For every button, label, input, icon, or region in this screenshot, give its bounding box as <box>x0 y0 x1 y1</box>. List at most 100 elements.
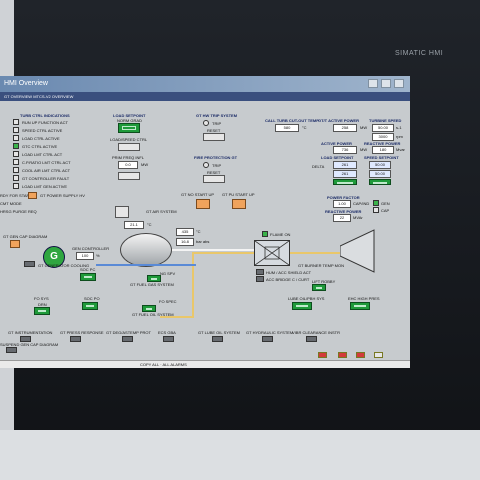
acc-label: ACC BRIDGE C / CURT <box>266 277 310 282</box>
indicator-lamp <box>13 159 19 165</box>
window-titlebar: HMI Overview <box>0 76 410 92</box>
air-system-block[interactable] <box>115 206 129 218</box>
indicator-label: GTC CTRL ACTIVE <box>22 144 58 149</box>
gen-label: GEN <box>381 201 390 206</box>
reactive-power-unit: Mvar <box>396 147 405 152</box>
ng-spv-button[interactable] <box>147 275 161 282</box>
power-factor-mode: CAP/IND <box>353 201 370 206</box>
indicator-lamp <box>13 167 19 173</box>
burner-chamber[interactable] <box>254 240 290 266</box>
gas-pipe <box>96 264 196 266</box>
soc-po-button[interactable] <box>82 302 98 310</box>
flame-on-label: FLAME ON <box>270 232 291 237</box>
turbine-speed-label: TURBINE SPEED <box>369 118 402 123</box>
gen-cap-diagram-label: GT GEN CAP DIAGRAM <box>3 234 48 239</box>
alarm-button-3[interactable] <box>356 352 365 358</box>
rpm-value: 3000 <box>372 133 394 141</box>
lift-button[interactable] <box>312 284 326 291</box>
soc-pc-button[interactable] <box>80 273 96 281</box>
value-b: 16.8 <box>176 238 194 246</box>
gen-cap-button[interactable] <box>10 240 20 248</box>
hum-indicator <box>256 269 264 275</box>
prim-freq-button[interactable] <box>118 172 140 180</box>
alarm-button-2[interactable] <box>338 352 347 358</box>
fire-protection-title: FIRE PROTECTION GT <box>194 155 238 160</box>
bottom-button-2[interactable] <box>122 336 133 342</box>
alarm-button-4[interactable] <box>374 352 383 358</box>
gt-power-unit: MW <box>360 125 368 130</box>
gt-power-value: 258 <box>333 124 357 132</box>
indicator-lamp <box>13 135 19 141</box>
delta-label: DELTA <box>312 164 325 169</box>
lube-oil-button[interactable] <box>292 302 312 310</box>
turbine-speed-unit: s-1 <box>396 125 402 130</box>
lube-oil-label: LUBE OIL/PBH SYS <box>288 296 325 301</box>
bottom-label-6: VIBR CLEARANCE INSTR <box>292 330 341 335</box>
acc-indicator <box>256 276 264 282</box>
indicator-label: GT CONTROLLER FAULT <box>22 176 70 181</box>
load-setpoint-bar[interactable] <box>333 179 357 185</box>
speed-setpoint-value-1[interactable]: 50.00 <box>369 161 391 169</box>
gen-percent-value: 100 <box>76 252 94 260</box>
burner-temp-label: GT BURNER TEMP MON <box>298 263 345 268</box>
prim-freq-value: 0.0 <box>118 161 138 169</box>
load-setpoint-right-label: LOAD SETPOINT <box>321 155 354 160</box>
indicator-label: LOAD LMT CTRL ACT <box>22 152 63 157</box>
bottom-button-5[interactable] <box>262 336 273 342</box>
ready-for-start-label: RDY FOR START <box>0 193 32 198</box>
maximize-button[interactable] <box>381 79 391 88</box>
bottom-label-1: GT PRESS RESPONSE <box>60 330 104 335</box>
load-setpoint-value-1[interactable]: 261 <box>333 161 357 169</box>
start-up-2-button[interactable] <box>232 199 246 209</box>
minimize-button[interactable] <box>368 79 378 88</box>
alarm-button-1[interactable] <box>318 352 327 358</box>
indicator-lamp <box>13 183 19 189</box>
bottom-button-1[interactable] <box>70 336 81 342</box>
load-setpoint-button[interactable] <box>118 123 140 133</box>
speed-setpoint-bar[interactable] <box>369 179 391 185</box>
power-supply-button[interactable] <box>28 192 37 199</box>
start-up-1-label: GT NO START UP <box>181 192 215 197</box>
cap-lamp <box>373 207 379 213</box>
bottom-label-4: GT LUBE OIL SYSTEM <box>198 330 241 335</box>
fo-spec-button[interactable] <box>142 305 156 312</box>
bottom-button-4[interactable] <box>212 336 223 342</box>
air-pipe <box>172 249 254 251</box>
prim-freq-unit: MW <box>141 162 149 167</box>
gt-power-label: GT/T ACTIVE POWER <box>318 118 359 123</box>
start-up-1-button[interactable] <box>196 199 210 209</box>
indicator-label: LOAD CTRL ACTIVE <box>22 136 60 141</box>
bottom-button-6[interactable] <box>306 336 317 342</box>
ehc-button[interactable] <box>350 302 370 310</box>
fire-reset-button[interactable] <box>203 175 225 183</box>
fo-sys-label: FO SYS <box>34 296 49 301</box>
power-supply-label: GT POWER SUPPLY HV <box>40 193 85 198</box>
trip-reset-button[interactable] <box>203 133 225 141</box>
trip-lamp <box>203 120 209 126</box>
brand-label: SIMATIC HMI <box>395 50 444 57</box>
speed-setpoint-value-2[interactable]: 50.00 <box>369 170 391 178</box>
load-speed-ctrl-button[interactable] <box>118 143 140 151</box>
suspend-button[interactable] <box>6 347 17 353</box>
close-button[interactable] <box>394 79 404 88</box>
hw-trip-title: GT HW TRIP SYSTEM <box>196 113 238 118</box>
soc-po-label: SOC PO <box>84 296 100 301</box>
fo-sys-button[interactable] <box>34 307 50 315</box>
reactive-power-sp-value: 22 <box>333 214 351 222</box>
compressor-symbol <box>120 233 172 267</box>
bottom-button-3[interactable] <box>163 336 174 342</box>
fuel-pipe-vertical <box>192 252 194 318</box>
air-system-label: GT AIR SYSTEM <box>146 209 177 214</box>
taskbar: COPY ALL · ALL ALARMS <box>0 360 410 368</box>
load-setpoint-value-2[interactable]: 261 <box>333 170 357 178</box>
cutout-temp-value: 580 <box>275 124 299 132</box>
wall-bottom <box>0 430 480 480</box>
trip-label: TRIP <box>212 121 222 126</box>
fire-trip-label: TRIP <box>212 163 222 168</box>
speed-setpoint-label: SPEED SETPOINT <box>364 155 399 160</box>
bottom-label-2: GT DEG/ASTEMP PROT <box>106 330 151 335</box>
flame-on-lamp <box>262 231 268 237</box>
temperature-unit: °C <box>147 222 152 227</box>
menu-strip[interactable]: GT OVERVIEW MTCS-V2 OVERVIEW <box>0 92 410 101</box>
indicator-label: SPEED CTRL ACTIVE <box>22 128 63 133</box>
